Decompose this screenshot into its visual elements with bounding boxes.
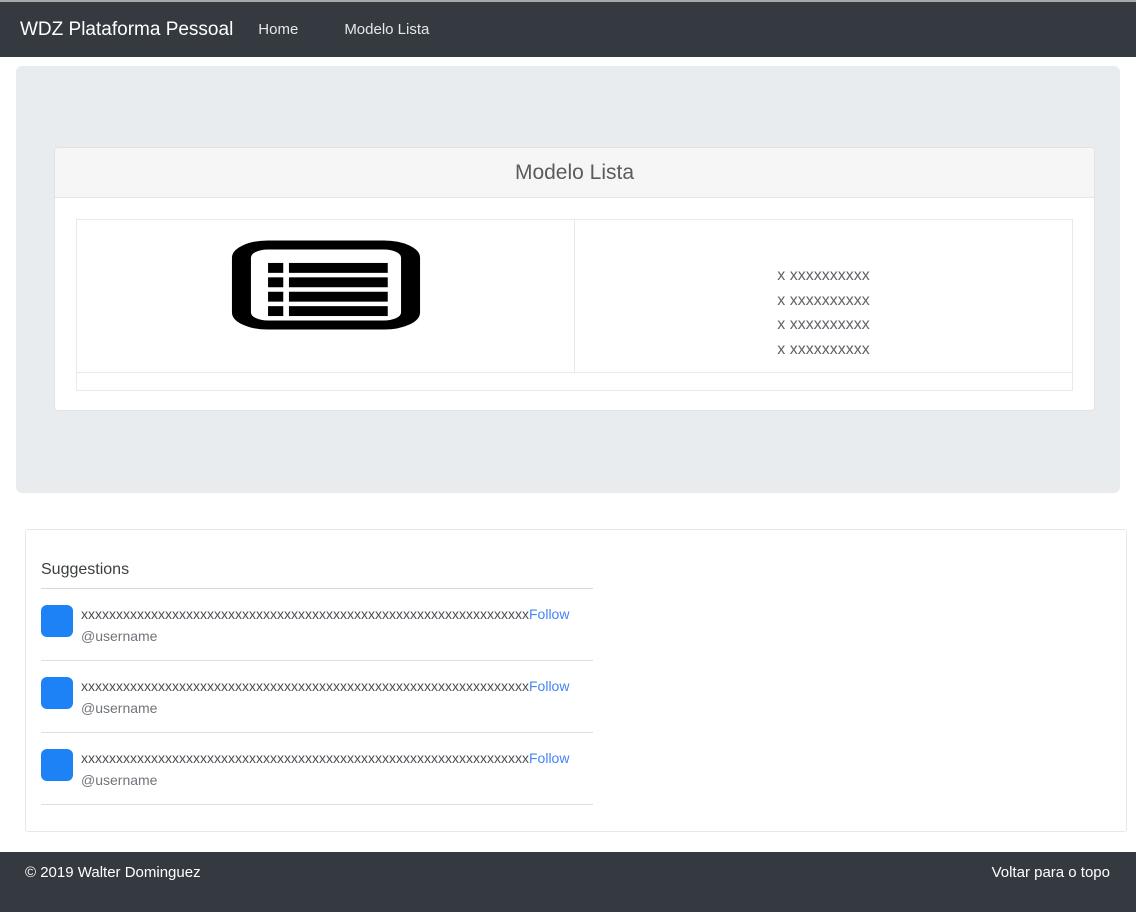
suggestion-username: @username: [81, 771, 569, 790]
list-item: xxxxxxxxxxxxxxxxxxxxxxxxxxxxxxxxxxxxxxxx…: [41, 661, 593, 733]
avatar: [41, 749, 73, 781]
placeholder-line: x xxxxxxxxxx: [575, 338, 1072, 363]
nav-item-home[interactable]: Home: [235, 21, 321, 38]
placeholder-line: x xxxxxxxxxx: [575, 289, 1072, 314]
suggestion-username: @username: [81, 699, 569, 718]
follow-link[interactable]: Follow: [529, 750, 569, 766]
placeholder-text-cell: x xxxxxxxxxx x xxxxxxxxxx x xxxxxxxxxx x…: [575, 220, 1073, 373]
table-row-empty: [77, 373, 1073, 391]
back-to-top-link[interactable]: Voltar para o topo: [992, 864, 1110, 912]
copyright-text: © 2019 Walter Dominguez: [25, 864, 201, 912]
navbar-brand[interactable]: WDZ Plataforma Pessoal: [20, 19, 233, 41]
suggestion-body: xxxxxxxxxxxxxxxxxxxxxxxxxxxxxxxxxxxxxxxx…: [81, 749, 569, 790]
card-body: x xxxxxxxxxx x xxxxxxxxxx x xxxxxxxxxx x…: [55, 198, 1094, 391]
avatar: [41, 605, 73, 637]
placeholder-line: x xxxxxxxxxx: [575, 264, 1072, 289]
modelo-lista-card: Modelo Lista: [54, 147, 1095, 411]
follow-link[interactable]: Follow: [529, 678, 569, 694]
nav-item-modelo-lista[interactable]: Modelo Lista: [321, 21, 452, 38]
table-row: x xxxxxxxxxx x xxxxxxxxxx x xxxxxxxxxx x…: [77, 220, 1073, 373]
empty-cell: [77, 373, 1073, 391]
suggestions-heading: Suggestions: [41, 561, 593, 579]
suggestion-username: @username: [81, 627, 569, 646]
suggestion-body: xxxxxxxxxxxxxxxxxxxxxxxxxxxxxxxxxxxxxxxx…: [81, 605, 569, 646]
suggestion-name: xxxxxxxxxxxxxxxxxxxxxxxxxxxxxxxxxxxxxxxx…: [81, 678, 529, 694]
suggestion-body: xxxxxxxxxxxxxxxxxxxxxxxxxxxxxxxxxxxxxxxx…: [81, 677, 569, 718]
list-item: xxxxxxxxxxxxxxxxxxxxxxxxxxxxxxxxxxxxxxxx…: [41, 733, 593, 805]
list-item: xxxxxxxxxxxxxxxxxxxxxxxxxxxxxxxxxxxxxxxx…: [41, 589, 593, 661]
suggestion-name: xxxxxxxxxxxxxxxxxxxxxxxxxxxxxxxxxxxxxxxx…: [81, 750, 529, 766]
icon-cell: [77, 220, 575, 373]
suggestion-name: xxxxxxxxxxxxxxxxxxxxxxxxxxxxxxxxxxxxxxxx…: [81, 606, 529, 622]
avatar: [41, 677, 73, 709]
suggestions-card: Suggestions xxxxxxxxxxxxxxxxxxxxxxxxxxxx…: [25, 529, 1127, 832]
modelo-table: x xxxxxxxxxx x xxxxxxxxxx x xxxxxxxxxx x…: [76, 219, 1073, 391]
navbar: WDZ Plataforma Pessoal Home Modelo Lista: [0, 2, 1136, 57]
placeholder-line: x xxxxxxxxxx: [575, 313, 1072, 338]
card-title: Modelo Lista: [55, 148, 1094, 198]
footer: © 2019 Walter Dominguez Voltar para o to…: [0, 852, 1136, 912]
follow-link[interactable]: Follow: [529, 606, 569, 622]
jumbotron: Modelo Lista: [16, 66, 1120, 493]
suggestions-column: Suggestions xxxxxxxxxxxxxxxxxxxxxxxxxxxx…: [41, 561, 593, 805]
list-ticket-icon: [231, 317, 421, 334]
